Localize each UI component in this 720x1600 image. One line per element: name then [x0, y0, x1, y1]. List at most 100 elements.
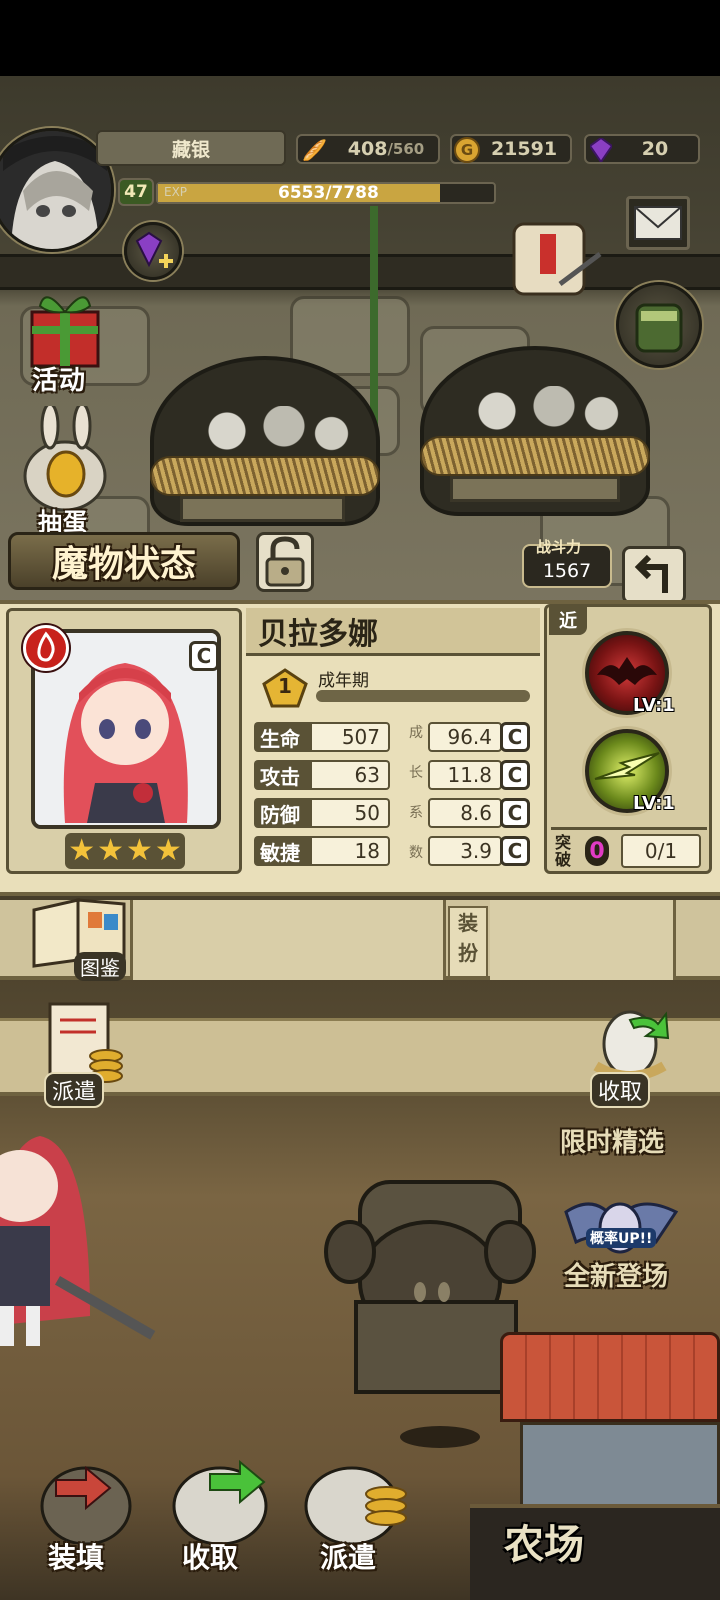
stage-badge: 1: [262, 668, 308, 708]
exp-label: EXP: [164, 185, 188, 199]
egg-green-arrow-icon: [172, 1459, 268, 1546]
monster-status-title: 魔物状态: [8, 532, 240, 590]
stat-label: 攻击: [254, 760, 312, 790]
nav-farm-label: 农场: [504, 1522, 584, 1568]
exp-bar: EXP 6553/7788: [156, 182, 496, 204]
breakthrough-progress: 0/1: [621, 834, 701, 868]
exp-text: 6553/7788: [278, 183, 379, 203]
star-rating: ★ ★ ★ ★: [65, 833, 185, 869]
backpack-icon: [635, 303, 683, 353]
nest-base: [450, 476, 620, 502]
skill-2-level: LV:1: [633, 793, 675, 814]
nav-farm-button[interactable]: 农场: [470, 1504, 720, 1600]
straw: [150, 456, 380, 496]
add-gem-button[interactable]: [124, 222, 182, 280]
growth-grade-badge: C: [500, 836, 530, 866]
breakthrough-label: 突破: [555, 833, 572, 869]
breakthrough-row: 突破 0 0/1: [551, 827, 707, 871]
range-tag: 近: [549, 605, 587, 635]
codex-button[interactable]: 图鉴: [28, 890, 132, 981]
nav-load-button[interactable]: 装填: [30, 1454, 140, 1574]
stat-label: 防御: [254, 798, 312, 828]
stat-label: 生命: [254, 722, 312, 752]
purple-gem-icon: [590, 138, 612, 162]
nav-load-label: 装填: [48, 1541, 105, 1574]
nest-base: [180, 496, 345, 522]
collect-label: 收取: [590, 1072, 651, 1108]
star-icon: ★: [126, 833, 153, 868]
limited-selection-button[interactable]: 限时精选: [560, 1122, 664, 1159]
growth-label-char: 系: [409, 805, 423, 821]
growth-grade-badge: C: [500, 798, 530, 828]
player-name[interactable]: 藏银: [96, 130, 286, 166]
stat-value: 18: [312, 836, 390, 866]
winged-egg-icon: [564, 1202, 679, 1254]
player-monster-sprite[interactable]: [0, 1106, 160, 1346]
star-icon: ★: [154, 833, 182, 868]
stat-label: 敏捷: [254, 836, 312, 866]
bread-icon: 🥖: [302, 138, 327, 162]
quest-scroll-button[interactable]: [500, 214, 604, 304]
monster-panel: C ★ ★ ★ ★ 贝拉多娜 1 成年期 生命 507 96.4 C 攻击 63 11.8 C 防御 5…: [0, 600, 720, 896]
combat-power-value: 1567: [542, 560, 592, 582]
egg-arrow-icon: [40, 1465, 132, 1546]
nav-collect-button[interactable]: 收取: [160, 1454, 280, 1574]
back-button[interactable]: [622, 546, 686, 604]
growth-value: 3.9: [428, 836, 502, 866]
new-arrival-banner[interactable]: 概率UP!! 全新登场: [556, 1182, 686, 1292]
combat-power-label: 战斗力: [536, 538, 582, 556]
star-icon: ★: [97, 833, 124, 868]
activity-button[interactable]: 活动: [10, 286, 122, 396]
dress-tab[interactable]: 装扮: [448, 906, 488, 978]
stamina-value: 408: [347, 138, 388, 160]
codex-label: 图鉴: [74, 952, 126, 981]
tab-slot: [490, 900, 676, 980]
scroll-quill-icon: [512, 222, 602, 296]
bag-button[interactable]: [616, 282, 702, 368]
bunny-egg-icon: [23, 402, 107, 512]
rarity-grade-badge: C: [189, 641, 219, 671]
star-icon: ★: [68, 833, 96, 868]
stat-value: 507: [312, 722, 390, 752]
portrait-frame: C ★ ★ ★ ★: [6, 608, 242, 874]
gold-counter[interactable]: G 21591: [450, 134, 572, 164]
gem-value: 20: [641, 138, 669, 160]
stage-number: 1: [278, 674, 292, 698]
ceiling-beam: [0, 254, 720, 290]
stamina-counter[interactable]: 🥖 408/560: [296, 134, 440, 164]
return-arrow-icon: [634, 554, 668, 593]
stamina-max: /560: [387, 140, 425, 158]
gem-counter[interactable]: 20: [584, 134, 700, 164]
farm-roof: [500, 1332, 720, 1422]
stat-value: 50: [312, 798, 390, 828]
lock-button[interactable]: [256, 532, 314, 592]
growth-grade-badge: C: [500, 722, 530, 752]
collect-button[interactable]: 收取: [586, 1000, 678, 1108]
succubus-sprite-icon: [0, 1136, 156, 1346]
straw: [420, 436, 650, 476]
player-level-badge: 47: [118, 178, 154, 206]
growth-label-char: 长: [409, 765, 423, 781]
nav-dispatch-button[interactable]: 派遣: [296, 1454, 416, 1574]
activity-label: 活动: [32, 366, 87, 396]
gem-plus-icon: [135, 231, 173, 268]
new-arrival-label: 全新登场: [564, 1262, 669, 1292]
skill-column: 近 LV:1 LV:1 突破 0 0/1: [544, 604, 712, 874]
gacha-button[interactable]: 抽蛋: [10, 402, 120, 536]
dispatch-label: 派遣: [44, 1072, 105, 1108]
dispatch-button[interactable]: 派遣: [44, 1000, 128, 1108]
gold-coin-icon: G: [454, 137, 480, 163]
growth-label-char: 成: [409, 725, 423, 741]
mail-button[interactable]: [626, 196, 690, 250]
stage-progress-bar: [316, 690, 530, 702]
rate-up-label: 概率UP!!: [586, 1228, 657, 1248]
growth-coefficient-label: 成长系数: [408, 722, 424, 862]
stat-value: 63: [312, 760, 390, 790]
growth-value: 96.4: [428, 722, 502, 752]
egg-coins-icon: [304, 1466, 407, 1546]
padlock-open-icon: [265, 536, 305, 587]
egg-shells: [170, 406, 360, 456]
stat-row: 生命 507: [254, 722, 390, 752]
envelope-icon: [634, 206, 682, 240]
flame-icon: [37, 631, 55, 662]
